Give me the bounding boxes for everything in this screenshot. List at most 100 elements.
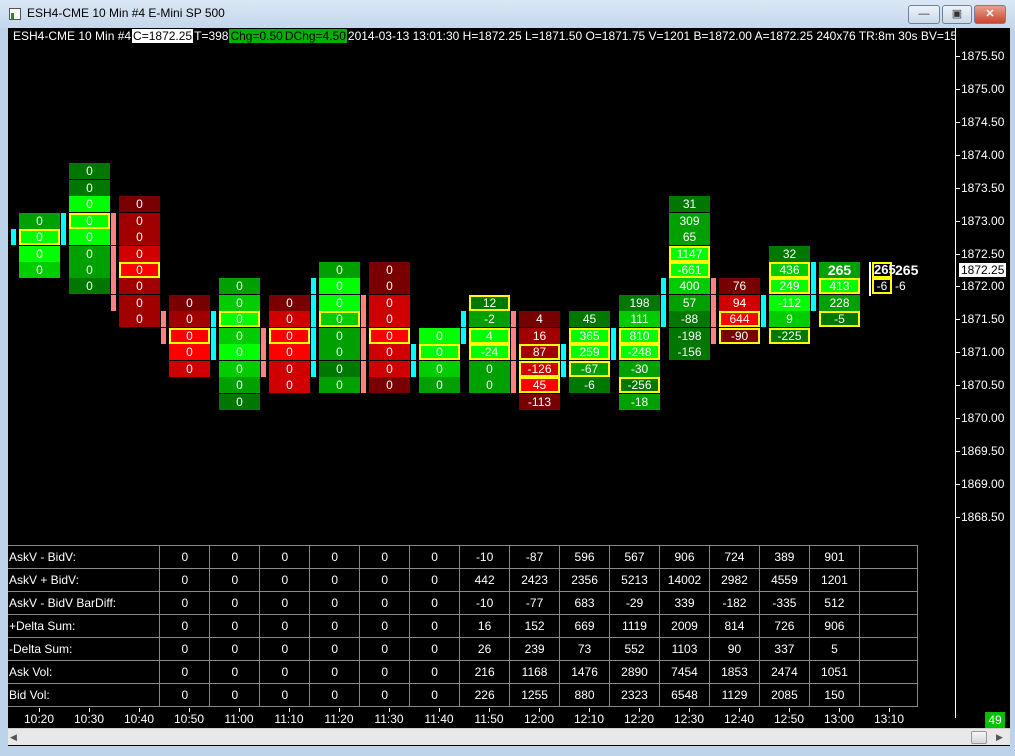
footprint-cell[interactable]: -24 [469, 344, 510, 361]
footprint-cell[interactable]: 0 [319, 278, 360, 295]
footprint-cell[interactable]: -661 [669, 262, 710, 278]
footprint-cell[interactable]: 810 [619, 327, 660, 344]
footprint-cell[interactable]: 0 [169, 311, 210, 328]
footprint-cell[interactable]: -30 [619, 360, 660, 377]
footprint-cell[interactable]: 0 [69, 245, 110, 262]
footprint-cell[interactable]: 0 [69, 163, 110, 180]
footprint-cell[interactable]: -113 [519, 393, 560, 410]
footprint-cell[interactable]: 0 [319, 311, 360, 328]
footprint-cell[interactable]: 228 [819, 294, 860, 311]
footprint-cell[interactable]: 0 [369, 311, 410, 328]
footprint-cell[interactable]: 365 [569, 327, 610, 344]
footprint-cell[interactable]: 0 [219, 294, 260, 311]
footprint-cell[interactable]: -225 [769, 327, 810, 344]
footprint-cell[interactable]: 0 [319, 377, 360, 394]
footprint-cell[interactable]: 0 [269, 360, 310, 377]
footprint-cell[interactable]: 0 [269, 344, 310, 361]
footprint-cell[interactable]: 45 [519, 377, 560, 394]
footprint-cell[interactable]: -2 [469, 311, 510, 328]
footprint-cell[interactable]: 0 [169, 344, 210, 361]
footprint-cell[interactable]: -248 [619, 344, 660, 361]
footprint-cell[interactable]: 0 [69, 179, 110, 196]
footprint-cell[interactable]: -5 [819, 311, 860, 328]
footprint-cell[interactable]: 0 [319, 327, 360, 344]
footprint-cell[interactable]: 0 [219, 360, 260, 377]
footprint-cell[interactable]: 0 [119, 294, 160, 311]
horizontal-scrollbar[interactable]: ◀ ▶ [8, 728, 1010, 745]
footprint-cell[interactable]: -18 [619, 393, 660, 410]
footprint-cell[interactable]: 0 [219, 344, 260, 361]
footprint-cell[interactable]: 0 [319, 294, 360, 311]
footprint-cell[interactable]: 0 [369, 360, 410, 377]
footprint-cell[interactable]: 0 [369, 278, 410, 295]
footprint-cell[interactable]: 16 [519, 327, 560, 344]
footprint-cell[interactable]: 0 [119, 311, 160, 328]
price-plot-area[interactable]: 0000000000000000000000000000000000000000… [8, 28, 955, 545]
footprint-cell[interactable]: -6 [569, 377, 610, 394]
footprint-cell[interactable]: -88 [669, 311, 710, 328]
footprint-cell[interactable]: 265 [819, 262, 860, 278]
close-button[interactable]: ✕ [974, 5, 1006, 24]
footprint-cell[interactable]: 0 [69, 262, 110, 278]
footprint-cell[interactable]: 0 [219, 311, 260, 328]
footprint-cell[interactable]: 0 [269, 294, 310, 311]
scroll-right-arrow-icon[interactable]: ▶ [996, 732, 1003, 743]
footprint-cell[interactable]: 0 [19, 229, 60, 246]
footprint-cell[interactable]: 0 [319, 262, 360, 278]
footprint-cell[interactable]: -126 [519, 360, 560, 377]
footprint-cell[interactable]: 0 [69, 212, 110, 229]
footprint-cell[interactable]: 0 [369, 262, 410, 278]
footprint-cell[interactable]: 0 [369, 327, 410, 344]
footprint-cell[interactable]: -256 [619, 377, 660, 394]
footprint-cell[interactable]: 0 [169, 294, 210, 311]
footprint-cell[interactable]: 31 [669, 196, 710, 213]
footprint-cell[interactable]: 65 [669, 229, 710, 246]
footprint-cell[interactable]: 0 [419, 327, 460, 344]
footprint-cell[interactable]: 0 [69, 278, 110, 295]
footprint-cell[interactable]: 0 [119, 262, 160, 278]
footprint-cell[interactable]: -112 [769, 294, 810, 311]
footprint-cell[interactable]: 0 [419, 344, 460, 361]
footprint-cell[interactable]: 4 [519, 311, 560, 328]
footprint-cell[interactable]: -156 [669, 344, 710, 361]
footprint-cell[interactable]: 413 [819, 278, 860, 295]
footprint-cell[interactable]: 57 [669, 294, 710, 311]
footprint-cell[interactable]: 76 [719, 278, 760, 295]
footprint-cell[interactable]: 0 [219, 278, 260, 295]
footprint-cell[interactable]: 4 [469, 327, 510, 344]
footprint-cell[interactable]: 111 [619, 311, 660, 328]
footprint-cell[interactable]: 94 [719, 294, 760, 311]
footprint-cell[interactable]: 87 [519, 344, 560, 361]
footprint-cell[interactable]: 436 [769, 262, 810, 278]
footprint-cell[interactable]: 0 [319, 360, 360, 377]
footprint-cell[interactable]: 0 [69, 229, 110, 246]
footprint-cell[interactable]: 12 [469, 294, 510, 311]
footprint-cell[interactable]: 0 [269, 377, 310, 394]
footprint-cell[interactable]: 0 [219, 327, 260, 344]
minimize-button[interactable]: — [908, 5, 940, 24]
footprint-cell[interactable]: 0 [469, 377, 510, 394]
footprint-cell[interactable]: -90 [719, 327, 760, 344]
footprint-cell[interactable]: 198 [619, 294, 660, 311]
footprint-cell[interactable]: 32 [769, 245, 810, 262]
footprint-cell[interactable]: 0 [169, 360, 210, 377]
footprint-cell[interactable]: 9 [769, 311, 810, 328]
footprint-cell[interactable]: 0 [69, 196, 110, 213]
footprint-cell[interactable]: -67 [569, 360, 610, 377]
footprint-cell[interactable]: 0 [19, 262, 60, 278]
footprint-cell[interactable]: 259 [569, 344, 610, 361]
footprint-cell[interactable]: 0 [319, 344, 360, 361]
footprint-cell[interactable]: 0 [219, 393, 260, 410]
footprint-cell[interactable]: 0 [369, 294, 410, 311]
footprint-cell[interactable]: 0 [169, 327, 210, 344]
footprint-cell[interactable]: 1147 [669, 245, 710, 262]
footprint-cell[interactable]: 309 [669, 212, 710, 229]
scrollbar-thumb[interactable] [971, 731, 987, 744]
footprint-cell[interactable]: 0 [119, 278, 160, 295]
footprint-cell[interactable]: 0 [119, 196, 160, 213]
footprint-cell[interactable]: 45 [569, 311, 610, 328]
footprint-cell[interactable]: 400 [669, 278, 710, 295]
maximize-button[interactable]: ▣ [942, 5, 972, 24]
scroll-left-arrow-icon[interactable]: ◀ [10, 732, 17, 743]
footprint-cell[interactable]: 0 [419, 377, 460, 394]
